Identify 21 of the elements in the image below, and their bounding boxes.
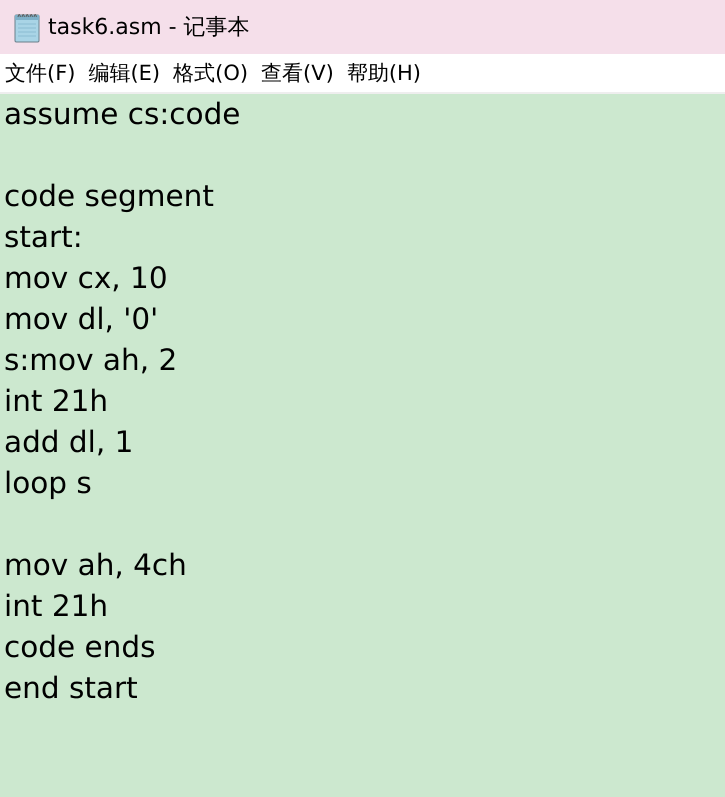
menu-item[interactable]: 帮助(H)	[342, 57, 427, 89]
text-editor[interactable]: assume cs:code code segment start: mov cx, 10 mov dl, '0' s:mov ah, 2 int 21h add dl, 1 loop s mov ah, 4ch int 21h code ends end start	[0, 94, 725, 797]
code-line: int 21h	[4, 383, 108, 420]
window-title: task6.asm - 记事本	[48, 14, 250, 42]
code-line: add dl, 1	[4, 424, 134, 461]
menu-item[interactable]: 编辑(E)	[83, 57, 166, 89]
menu-item[interactable]: 格式(O)	[168, 57, 254, 89]
code-line: mov ah, 4ch	[4, 547, 187, 584]
code-line: int 21h	[4, 588, 108, 625]
code-line: start:	[4, 219, 83, 256]
code-line: code ends	[4, 629, 156, 666]
code-line: assume cs:code	[4, 96, 240, 133]
notepad-icon	[12, 11, 42, 43]
code-line: loop s	[4, 465, 92, 502]
code-line: mov dl, '0'	[4, 301, 158, 338]
code-line: end start	[4, 670, 138, 707]
menu-item[interactable]: 文件(F)	[0, 57, 82, 89]
code-line: s:mov ah, 2	[4, 342, 178, 379]
code-line: code segment	[4, 178, 214, 215]
code-line: mov cx, 10	[4, 260, 168, 297]
menu-item[interactable]: 查看(V)	[256, 57, 340, 89]
